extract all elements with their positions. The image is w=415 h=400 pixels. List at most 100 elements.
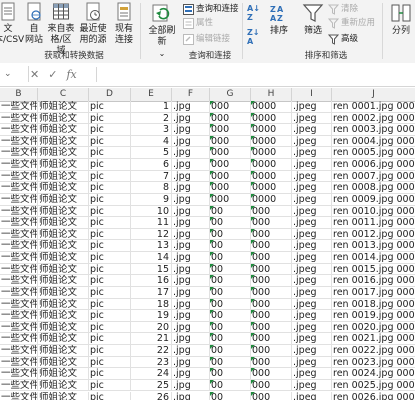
cell-d[interactable]: pic — [89, 310, 131, 322]
cell-i[interactable]: .jpeg — [292, 379, 332, 392]
cell-e[interactable]: 3 — [131, 124, 172, 136]
cell-g[interactable]: 00 — [210, 217, 251, 229]
cell-e[interactable]: 11 — [131, 217, 172, 229]
column-header-h[interactable]: H — [251, 88, 292, 101]
cell-j[interactable]: ren 0019.jpg 00019.jp — [332, 310, 415, 322]
cell-i[interactable]: .jpeg — [292, 263, 332, 276]
cell-d[interactable]: pic — [89, 112, 131, 125]
cell-d[interactable]: pic — [89, 182, 131, 194]
cell-i[interactable]: .jpeg — [292, 135, 332, 148]
cell-d[interactable]: pic — [89, 275, 131, 287]
column-header-e[interactable]: E — [131, 88, 172, 101]
cell-e[interactable]: 18 — [131, 298, 172, 311]
cell-c[interactable]: 师姐论文 — [38, 379, 89, 392]
cell-g[interactable]: 000 — [210, 112, 251, 125]
cell-i[interactable]: .jpeg — [292, 252, 332, 264]
cell-c[interactable]: 师姐论文 — [38, 135, 89, 148]
cell-j[interactable]: ren 0022.jpg 00022.jp — [332, 345, 415, 357]
cell-f[interactable]: .jpg — [172, 124, 210, 136]
cell-h[interactable]: 000 — [251, 321, 292, 334]
cell-h[interactable]: 000 — [251, 356, 292, 369]
cell-c[interactable]: 师姐论文 — [38, 252, 89, 264]
cell-f[interactable]: .jpg — [172, 275, 210, 287]
cell-h[interactable]: 0000 — [251, 147, 292, 160]
cell-c[interactable]: 师姐论文 — [38, 182, 89, 194]
cell-i[interactable]: .jpeg — [292, 286, 332, 299]
column-header-d[interactable]: D — [89, 88, 131, 101]
cell-i[interactable]: .jpeg — [292, 159, 332, 171]
cell-d[interactable]: pic — [89, 205, 131, 218]
cell-g[interactable]: 00 — [210, 263, 251, 276]
cell-e[interactable]: 14 — [131, 252, 172, 264]
enter-icon[interactable]: ✓ — [48, 68, 57, 81]
cancel-icon[interactable]: ✕ — [30, 68, 39, 81]
cell-e[interactable]: 1 — [131, 101, 172, 113]
cell-d[interactable]: pic — [89, 263, 131, 276]
cell-f[interactable]: .jpg — [172, 345, 210, 357]
cell-c[interactable]: 师姐论文 — [38, 345, 89, 357]
cell-c[interactable]: 师姐论文 — [38, 368, 89, 380]
from-table-range-button[interactable]: 来自表 格/区域 — [46, 2, 76, 57]
cell-c[interactable]: 师姐论文 — [38, 112, 89, 125]
cell-b[interactable]: 一些文件 — [0, 240, 38, 253]
cell-j[interactable]: ren 0009.jpg 00009.jp — [332, 194, 415, 206]
cell-g[interactable]: 00 — [210, 205, 251, 218]
cell-j[interactable]: ren 0001.jpg 00001.jp — [332, 101, 415, 113]
cell-f[interactable]: .jpg — [172, 321, 210, 334]
cell-j[interactable]: ren 0026.jpg 00026.jp — [332, 392, 415, 400]
cell-i[interactable]: .jpeg — [292, 275, 332, 287]
cell-h[interactable]: 000 — [251, 391, 292, 400]
cell-h[interactable]: 000 — [251, 310, 292, 322]
cell-b[interactable]: 一些文件 — [0, 159, 38, 171]
cell-f[interactable]: .jpg — [172, 379, 210, 392]
cell-b[interactable]: 一些文件 — [0, 205, 38, 218]
cell-j[interactable]: ren 0024.jpg 00024.jp — [332, 368, 415, 380]
cell-g[interactable]: 000 — [210, 159, 251, 171]
cell-c[interactable]: 师姐论文 — [38, 286, 89, 299]
cell-g[interactable]: 000 — [210, 182, 251, 194]
cell-b[interactable]: 一些文件 — [0, 147, 38, 160]
cell-j[interactable]: ren 0018.jpg 00018.jp — [332, 299, 415, 311]
cell-h[interactable]: 000 — [251, 298, 292, 311]
cell-j[interactable]: ren 0023.jpg 00023.jp — [332, 357, 415, 369]
cell-f[interactable]: .jpg — [172, 159, 210, 171]
cell-b[interactable]: 一些文件 — [0, 170, 38, 183]
cell-i[interactable]: .jpeg — [292, 101, 332, 113]
cell-j[interactable]: ren 0025.jpg 00025.jp — [332, 380, 415, 392]
column-header-i[interactable]: I — [292, 88, 332, 101]
cell-c[interactable]: 师姐论文 — [38, 391, 89, 400]
cell-e[interactable]: 6 — [131, 159, 172, 171]
cell-g[interactable]: 00 — [210, 356, 251, 369]
cell-e[interactable]: 5 — [131, 147, 172, 160]
cell-d[interactable]: pic — [89, 124, 131, 136]
column-header-j[interactable]: J — [332, 88, 415, 101]
cell-h[interactable]: 000 — [251, 368, 292, 380]
cell-g[interactable]: 000 — [210, 193, 251, 206]
cell-f[interactable]: .jpg — [172, 217, 210, 229]
cell-f[interactable]: .jpg — [172, 298, 210, 311]
cell-e[interactable]: 2 — [131, 112, 172, 125]
cell-b[interactable]: 一些文件 — [0, 101, 38, 113]
cell-b[interactable]: 一些文件 — [0, 368, 38, 380]
advanced-filter-button[interactable]: 高级 — [328, 33, 358, 45]
cell-d[interactable]: pic — [89, 368, 131, 380]
cell-e[interactable]: 12 — [131, 228, 172, 241]
cell-g[interactable]: 000 — [210, 124, 251, 136]
cell-h[interactable]: 000 — [251, 252, 292, 264]
cell-b[interactable]: 一些文件 — [0, 321, 38, 334]
cell-j[interactable]: ren 0003.jpg 00003.jp — [332, 124, 415, 136]
cell-f[interactable]: .jpg — [172, 310, 210, 322]
cell-h[interactable]: 000 — [251, 228, 292, 241]
cell-f[interactable]: .jpg — [172, 356, 210, 369]
cell-g[interactable]: 00 — [210, 286, 251, 299]
cell-g[interactable]: 00 — [210, 368, 251, 380]
cell-d[interactable]: pic — [89, 159, 131, 171]
cell-f[interactable]: .jpg — [172, 182, 210, 194]
cell-h[interactable]: 000 — [251, 217, 292, 229]
insert-function-icon[interactable]: fx — [66, 68, 76, 81]
cell-b[interactable]: 一些文件 — [0, 182, 38, 194]
cell-b[interactable]: 一些文件 — [0, 391, 38, 400]
cell-f[interactable]: .jpg — [172, 193, 210, 206]
edit-links-button[interactable]: 编辑链接 — [183, 33, 230, 45]
cell-c[interactable]: 师姐论文 — [38, 193, 89, 206]
